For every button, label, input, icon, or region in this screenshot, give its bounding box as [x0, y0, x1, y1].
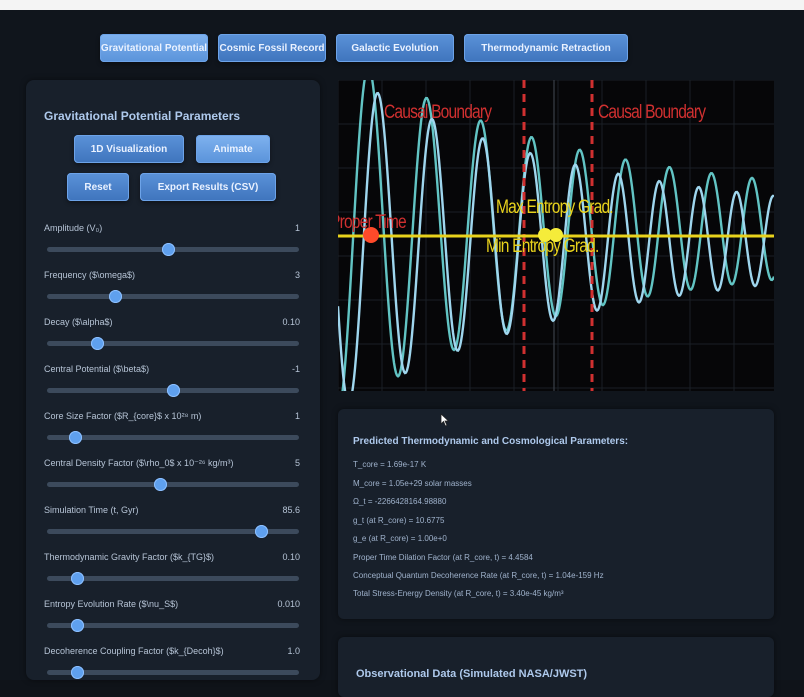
param-slider[interactable] [47, 525, 299, 538]
param-value: 1.0 [287, 646, 300, 656]
result-line: Ω_t = -2266428164.98880 [353, 497, 447, 506]
proper-time-label: Proper Time [338, 212, 407, 233]
observational-data-panel: Observational Data (Simulated NASA/JWST) [338, 637, 774, 697]
param-label: Thermodynamic Gravity Factor ($k_{TG}$) [44, 552, 215, 562]
param-slider[interactable] [47, 478, 299, 491]
param-value: 5 [294, 458, 300, 468]
result-line: Total Stress-Energy Density (at R_core, … [353, 589, 564, 598]
param-value: -1 [291, 364, 300, 374]
param-label: Decoherence Coupling Factor ($k_{Decoh}$… [44, 646, 224, 656]
param-label: Simulation Time (t, Gyr) [44, 505, 139, 515]
param-label: Central Potential ($\beta$) [44, 364, 150, 374]
param-value: 1 [294, 411, 300, 421]
causal-boundary-right-label: Causal Boundary [598, 102, 706, 123]
param-slider[interactable] [47, 572, 299, 585]
tab-gravitational-potential[interactable]: Gravitational Potential [100, 34, 208, 62]
param-label: Amplitude (V₀) [44, 223, 103, 233]
param-slider[interactable] [47, 337, 299, 350]
slider-thumb[interactable] [154, 478, 168, 491]
param-slider[interactable] [47, 666, 299, 679]
slider-thumb[interactable] [167, 384, 180, 397]
tab-bar: Gravitational Potential Cosmic Fossil Re… [100, 34, 628, 62]
1d-visualization-button[interactable]: 1D Visualization [74, 135, 184, 163]
result-line: T_core = 1.69e-17 K [353, 460, 427, 469]
mouse-pointer-icon [440, 413, 450, 427]
slider-thumb[interactable] [255, 525, 269, 538]
reset-button[interactable]: Reset [67, 173, 129, 201]
tab-thermodynamic-retraction[interactable]: Thermodynamic Retraction [464, 34, 628, 62]
param-value: 1 [294, 223, 300, 233]
param-label: Frequency ($\omega$) [44, 270, 136, 280]
slider-thumb[interactable] [109, 290, 123, 303]
param-value: 85.6 [282, 505, 300, 515]
param-value: 0.010 [277, 599, 300, 609]
slider-thumb[interactable] [68, 431, 82, 444]
result-line: Proper Time Dilation Factor (at R_core, … [353, 553, 533, 562]
slider-thumb[interactable] [161, 243, 175, 256]
param-label: Central Density Factor ($\rho_0$ x 10⁻²⁶… [44, 458, 234, 468]
slider-thumb[interactable] [71, 619, 85, 632]
animate-button[interactable]: Animate [196, 135, 270, 163]
result-line: Conceptual Quantum Decoherence Rate (at … [353, 571, 604, 580]
max-entropy-label: Max Entropy Grad. [496, 197, 614, 218]
app-window: Gravitational Potential Cosmic Fossil Re… [0, 0, 804, 697]
result-line: g_e (at R_core) = 1.00e+0 [353, 534, 447, 543]
param-slider[interactable] [47, 243, 299, 256]
param-label: Entropy Evolution Rate ($\nu_S$) [44, 599, 179, 609]
parameters-title: Gravitational Potential Parameters [44, 109, 241, 123]
potential-plot: Causal Boundary Causal Boundary Proper T… [338, 80, 774, 391]
results-panel: Predicted Thermodynamic and Cosmological… [338, 409, 774, 619]
param-slider[interactable] [47, 619, 299, 632]
results-title: Predicted Thermodynamic and Cosmological… [353, 436, 629, 447]
param-value: 0.10 [282, 552, 300, 562]
observational-data-title: Observational Data (Simulated NASA/JWST) [356, 668, 588, 680]
top-strip [0, 0, 804, 10]
result-line: g_t (at R_core) = 10.6775 [353, 516, 445, 525]
export-results-button[interactable]: Export Results (CSV) [140, 173, 276, 201]
slider-thumb[interactable] [91, 337, 105, 350]
param-value: 3 [294, 270, 300, 280]
min-entropy-label: Min Entropy Grad. [486, 236, 599, 257]
param-slider[interactable] [47, 431, 299, 444]
parameters-panel: Gravitational Potential Parameters 1D Vi… [26, 80, 320, 680]
slider-thumb[interactable] [71, 666, 85, 679]
tab-galactic-evolution[interactable]: Galactic Evolution [336, 34, 454, 62]
param-value: 0.10 [282, 317, 300, 327]
result-line: M_core = 1.05e+29 solar masses [353, 479, 472, 488]
tab-cosmic-fossil-record[interactable]: Cosmic Fossil Record [218, 34, 326, 62]
causal-boundary-left-label: Causal Boundary [384, 102, 492, 123]
slider-thumb[interactable] [71, 572, 85, 585]
param-slider[interactable] [47, 290, 299, 303]
param-label: Core Size Factor ($R_{core}$ x 10²⁸ m) [44, 411, 202, 421]
param-label: Decay ($\alpha$) [44, 317, 113, 327]
param-slider[interactable] [47, 384, 299, 397]
